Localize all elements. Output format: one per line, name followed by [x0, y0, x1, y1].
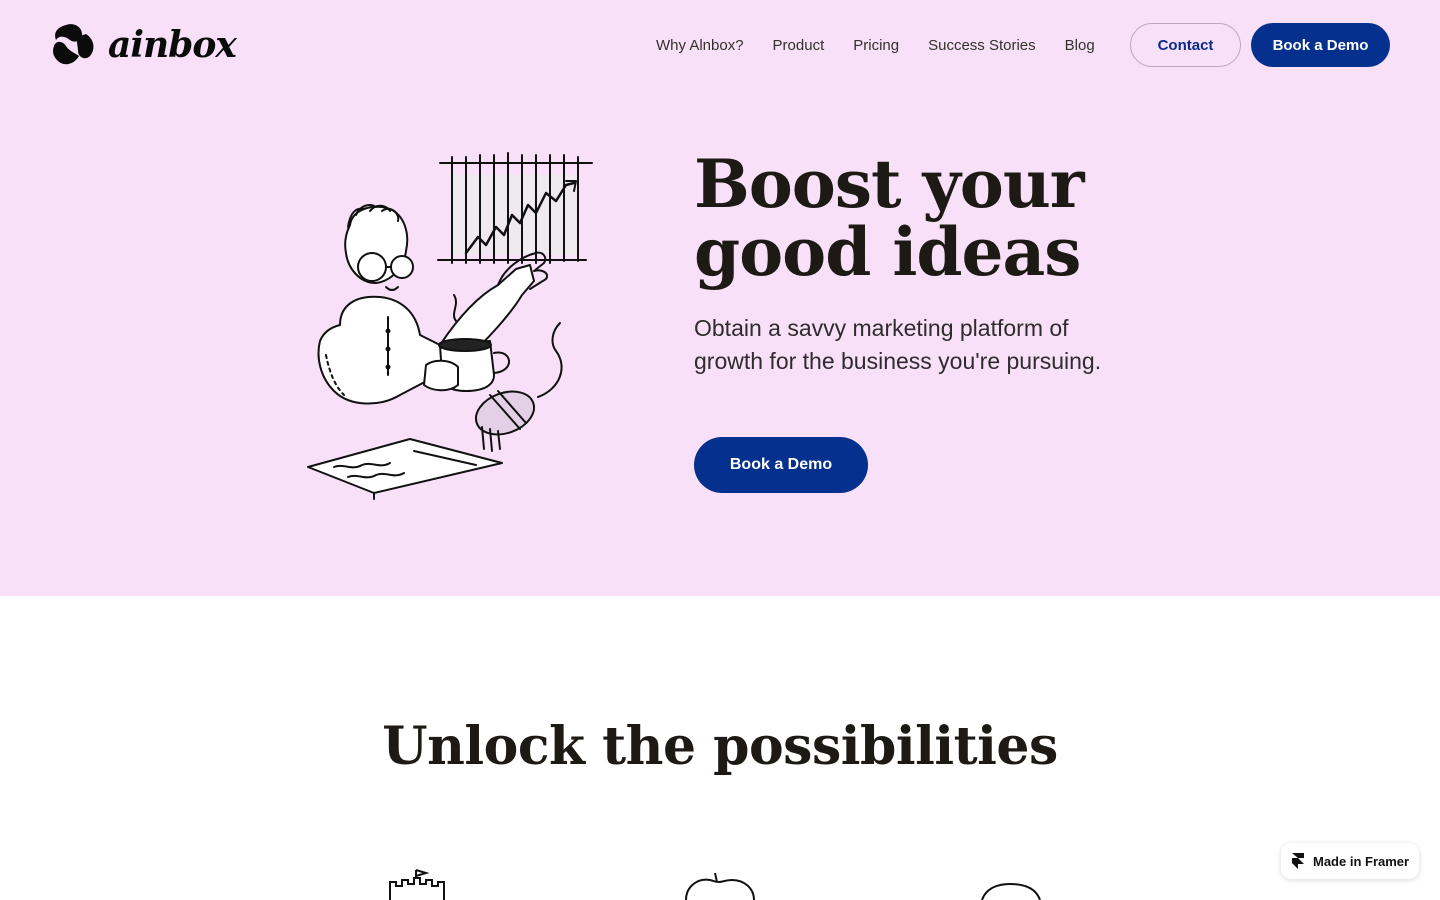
- castle-icon: [389, 869, 445, 900]
- nav-item-pricing[interactable]: Pricing: [853, 37, 899, 54]
- features-title: Unlock the possibilities: [382, 716, 1058, 777]
- made-in-framer-badge[interactable]: Made in Framer: [1281, 843, 1419, 879]
- hero-section: ainbox Why Alnbox? Product Pricing Succe…: [0, 0, 1440, 596]
- hero-subtitle: Obtain a savvy marketing platform of gro…: [694, 315, 1102, 374]
- logo[interactable]: ainbox: [50, 22, 237, 68]
- framer-badge-label: Made in Framer: [1313, 853, 1410, 869]
- nav-item-why[interactable]: Why Alnbox?: [656, 37, 744, 54]
- hero-title: Boost your good ideas: [694, 145, 1085, 291]
- book-demo-nav-button[interactable]: Book a Demo: [1251, 23, 1390, 67]
- dome-icon: [981, 882, 1041, 900]
- book-demo-hero-button[interactable]: Book a Demo: [694, 437, 868, 493]
- logo-wordmark: ainbox: [108, 24, 237, 66]
- ainbox-logo-icon: [53, 24, 94, 65]
- framer-icon: [1292, 853, 1304, 869]
- man-with-coffee-illustration: [307, 152, 593, 500]
- main-nav: Why Alnbox? Product Pricing Success Stor…: [656, 23, 1095, 67]
- apple-icon: [685, 872, 755, 900]
- nav-item-success-stories[interactable]: Success Stories: [928, 37, 1036, 54]
- nav-item-blog[interactable]: Blog: [1065, 37, 1095, 54]
- contact-button[interactable]: Contact: [1130, 23, 1241, 67]
- nav-item-product[interactable]: Product: [773, 37, 825, 54]
